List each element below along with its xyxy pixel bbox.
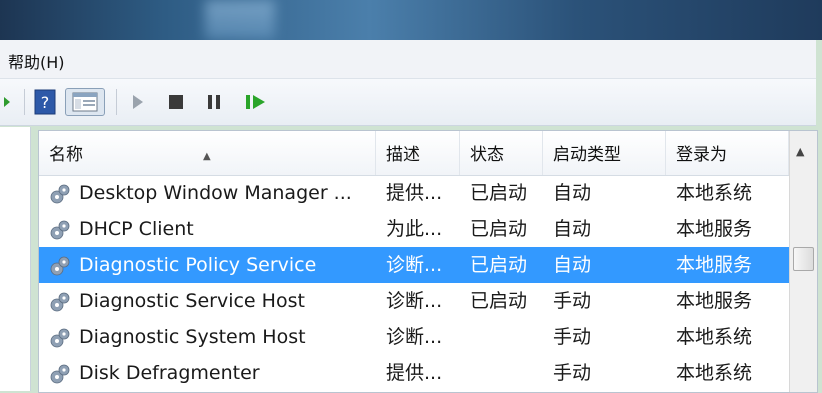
service-description: 提供... — [386, 182, 443, 204]
service-name: Diagnostic System Host — [79, 326, 306, 348]
table-row[interactable]: DHCP Client 为此... 已启动 自动 本地服务 — [39, 211, 789, 247]
service-log-on-as: 本地系统 — [676, 326, 753, 348]
window-titlebar — [0, 0, 822, 40]
column-description-label: 描述 — [386, 145, 420, 165]
service-startup-type: 自动 — [553, 218, 592, 240]
back-arrow-icon[interactable] — [0, 88, 14, 116]
svg-text:?: ? — [41, 93, 50, 112]
service-description: 诊断... — [386, 254, 443, 276]
service-startup-type: 手动 — [553, 326, 592, 348]
service-description: 诊断... — [386, 290, 443, 312]
service-startup-type: 自动 — [553, 254, 592, 276]
service-startup-type: 手动 — [553, 362, 592, 384]
column-header-log-on-as[interactable]: 登录为 — [666, 131, 789, 175]
menu-bar: 帮助(H) — [0, 40, 816, 79]
column-header-status[interactable]: 状态 — [460, 131, 543, 175]
service-gear-icon — [49, 327, 71, 349]
scroll-up-arrow-icon[interactable]: ▲ — [796, 145, 804, 158]
service-name: Desktop Window Manager ... — [79, 182, 352, 204]
service-status: 已启动 — [470, 218, 528, 240]
column-header-startup-type[interactable]: 启动类型 — [543, 131, 666, 175]
column-status-label: 状态 — [470, 145, 504, 165]
services-list: 名称 ▲ 描述 状态 启动类型 登录为 Desktop Window Manag… — [38, 130, 818, 393]
service-log-on-as: 本地服务 — [676, 218, 753, 240]
service-startup-type: 自动 — [553, 182, 592, 204]
service-status — [470, 319, 542, 355]
titlebar-glow — [205, 0, 275, 40]
column-header-name[interactable]: 名称 ▲ — [39, 131, 376, 175]
menu-help[interactable]: 帮助(H) — [8, 49, 65, 73]
service-log-on-as: 本地服务 — [676, 254, 753, 276]
restart-icon[interactable] — [244, 88, 268, 116]
service-log-on-as: 本地系统 — [676, 182, 753, 204]
service-log-on-as: 本地系统 — [676, 362, 753, 384]
scrollbar-thumb[interactable] — [793, 247, 814, 271]
service-description: 为此... — [386, 218, 443, 240]
column-startup-type-label: 启动类型 — [553, 145, 621, 165]
service-name: Diagnostic Policy Service — [79, 254, 317, 276]
table-row[interactable]: Desktop Window Manager ... 提供... 已启动 自动 本地系统 — [39, 175, 789, 211]
table-row[interactable]: Diagnostic Policy Service 诊断... 已启动 自动 本地服务 — [39, 247, 789, 283]
service-name: Diagnostic Service Host — [79, 290, 305, 312]
service-description: 诊断... — [386, 326, 443, 348]
stop-icon[interactable] — [166, 88, 186, 116]
pause-icon[interactable] — [204, 88, 224, 116]
table-row[interactable]: Disk Defragmenter 提供... 手动 本地系统 — [39, 355, 789, 391]
table-row[interactable]: Diagnostic System Host 诊断... 手动 本地系统 — [39, 319, 789, 355]
service-gear-icon — [49, 363, 71, 385]
service-gear-icon — [49, 255, 71, 277]
help-icon[interactable]: ? — [33, 88, 57, 116]
list-header: 名称 ▲ 描述 状态 启动类型 登录为 — [39, 131, 789, 176]
table-row[interactable]: Diagnostic Service Host 诊断... 已启动 手动 本地服务 — [39, 283, 789, 319]
service-gear-icon — [49, 183, 71, 205]
service-log-on-as: 本地服务 — [676, 290, 753, 312]
column-header-description[interactable]: 描述 — [376, 131, 460, 175]
service-name: DHCP Client — [79, 218, 194, 240]
show-hide-console-tree-icon[interactable] — [65, 88, 105, 116]
service-gear-icon — [49, 291, 71, 313]
service-status: 已启动 — [470, 290, 528, 312]
console-tree-pane — [0, 127, 31, 391]
toolbar: ? — [0, 79, 816, 126]
column-log-on-as-label: 登录为 — [676, 145, 727, 165]
service-name: Disk Defragmenter — [79, 362, 260, 384]
vertical-scrollbar[interactable]: ▲ — [789, 131, 817, 392]
column-name-label: 名称 — [49, 145, 83, 165]
play-icon[interactable] — [128, 88, 148, 116]
sort-ascending-icon: ▲ — [203, 151, 211, 162]
service-status: 已启动 — [470, 254, 528, 276]
service-status: 已启动 — [470, 182, 528, 204]
service-gear-icon — [49, 219, 71, 241]
service-startup-type: 手动 — [553, 290, 592, 312]
service-description: 提供... — [386, 362, 443, 384]
service-status — [470, 355, 542, 391]
